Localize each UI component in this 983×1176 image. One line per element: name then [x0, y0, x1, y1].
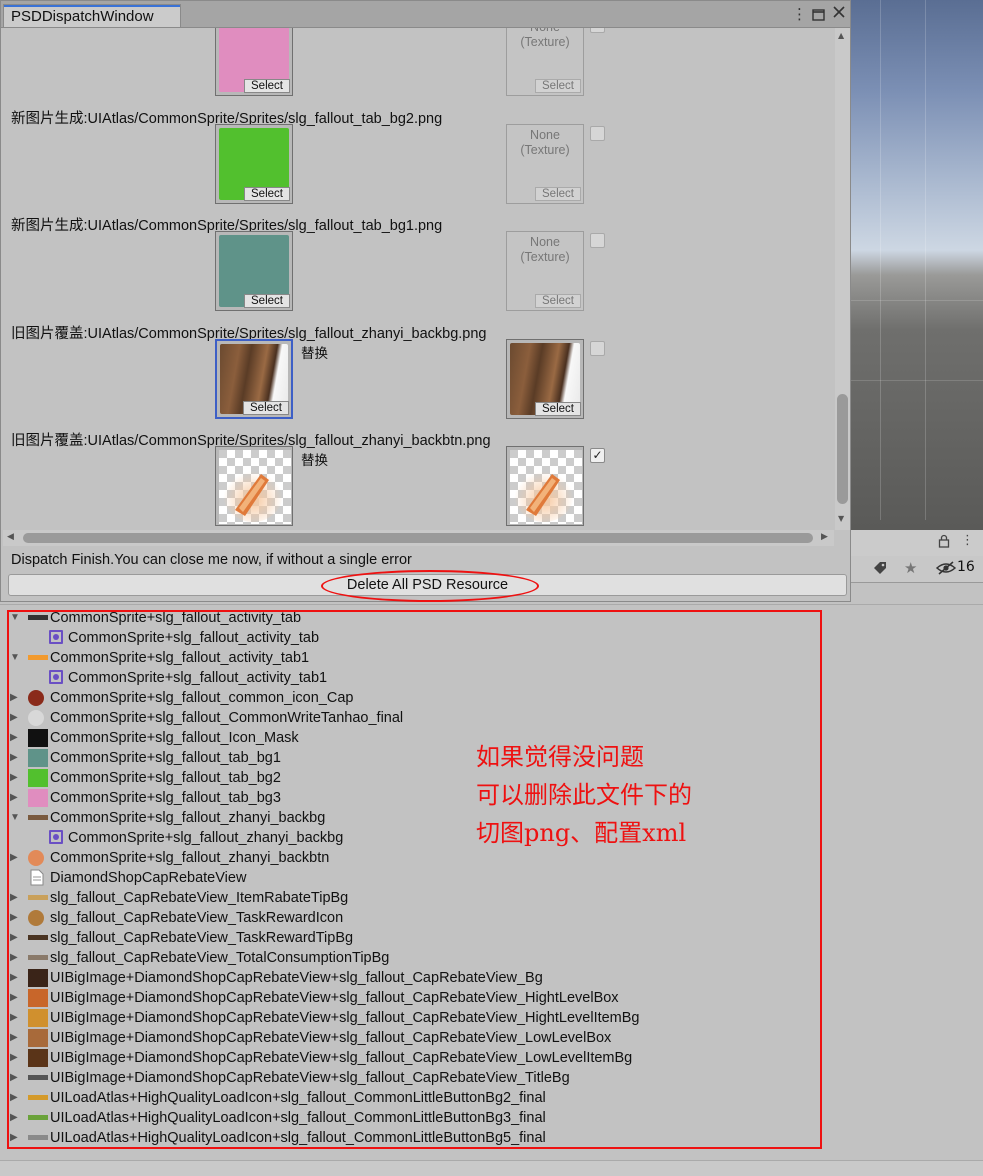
scene-grid-line — [925, 0, 926, 520]
replace-label: 替换 — [301, 345, 328, 362]
replace-label: 替换 — [301, 453, 328, 469]
replace-checkbox[interactable]: ✓ — [590, 448, 605, 463]
scroll-down-icon[interactable]: ▼ — [838, 514, 844, 523]
none-texture-label: None (Texture) — [520, 28, 570, 49]
panel-divider — [0, 604, 983, 605]
hidden-eye-icon[interactable] — [935, 560, 957, 580]
annotation-ellipse — [321, 570, 539, 602]
old-texture-select-button[interactable]: Select — [535, 294, 581, 308]
scene-grid-line — [880, 0, 881, 520]
more-options-icon[interactable]: ⋮ — [961, 533, 974, 548]
replace-checkbox[interactable] — [590, 340, 605, 356]
window-titlebar: PSDDispatchWindow ⋮ — [1, 1, 850, 28]
scroll-left-icon[interactable]: ◀ — [7, 532, 14, 542]
old-texture-field[interactable]: None (Texture) Select — [506, 28, 584, 96]
old-texture-field[interactable] — [506, 446, 584, 526]
replace-checkbox[interactable] — [590, 125, 605, 141]
old-texture-field[interactable]: None (Texture) Select — [506, 231, 584, 311]
old-texture-preview — [510, 450, 582, 524]
new-texture-select-button[interactable]: Select — [244, 79, 290, 93]
maximize-icon[interactable] — [812, 7, 825, 25]
hidden-count: 16 — [957, 559, 975, 575]
new-texture-field[interactable]: Select — [215, 338, 293, 419]
new-texture-select-button[interactable]: Select — [244, 294, 290, 308]
project-toolbar: ⋮ — [851, 530, 983, 556]
new-texture-field[interactable]: Select — [215, 28, 293, 96]
replace-checkbox[interactable] — [590, 233, 605, 248]
replace-checkbox[interactable] — [590, 28, 605, 33]
new-texture-field[interactable]: Select — [215, 231, 293, 311]
window-tab[interactable]: PSDDispatchWindow — [3, 4, 181, 27]
annotation-text: 如果觉得没问题 可以删除此文件下的 切图png、配置xml — [476, 738, 692, 852]
scene-grid-line — [851, 380, 983, 381]
horizontal-scrollbar[interactable]: ◀ ▶ — [3, 530, 834, 546]
old-texture-select-button[interactable]: Select — [535, 79, 581, 93]
status-text: Dispatch Finish.You can close me now, if… — [11, 552, 412, 568]
new-texture-select-button[interactable]: Select — [243, 400, 289, 415]
none-texture-label: None (Texture) — [520, 235, 570, 264]
horizontal-scroll-thumb[interactable] — [23, 533, 813, 543]
project-search-row: ★ 16 — [851, 556, 983, 583]
new-texture-field[interactable]: Select — [215, 123, 293, 204]
old-texture-select-button[interactable]: Select — [535, 401, 581, 416]
vertical-scroll-thumb[interactable] — [837, 394, 848, 504]
new-texture-field[interactable] — [215, 446, 293, 526]
old-texture-field[interactable]: Select — [506, 338, 584, 419]
lock-icon[interactable] — [938, 534, 950, 552]
project-bottom-bar — [0, 1160, 983, 1176]
scene-grid-line — [851, 300, 983, 301]
none-texture-label: None (Texture) — [520, 127, 570, 157]
new-texture-select-button[interactable]: Select — [244, 186, 290, 201]
close-icon[interactable] — [832, 5, 846, 23]
window-title: PSDDispatchWindow — [11, 8, 154, 25]
scroll-up-icon[interactable]: ▲ — [838, 31, 844, 40]
annotation-highlight-box — [7, 610, 822, 1149]
tag-icon[interactable] — [873, 561, 887, 579]
annotation-line: 切图png、配置xml — [476, 819, 687, 847]
psd-dispatch-window: PSDDispatchWindow ⋮ 新图片生成:UIAtlas/Common… — [0, 0, 851, 602]
scroll-right-icon[interactable]: ▶ — [821, 532, 828, 542]
old-texture-field[interactable]: None (Texture) Select — [506, 123, 584, 204]
old-texture-select-button[interactable]: Select — [535, 186, 581, 201]
new-texture-preview — [219, 450, 291, 524]
annotation-line: 如果觉得没问题 — [476, 743, 644, 771]
favorite-star-icon[interactable]: ★ — [904, 559, 917, 577]
window-menu-icon[interactable]: ⋮ — [792, 5, 807, 23]
scene-view — [851, 0, 983, 530]
dispatch-content: 新图片生成:UIAtlas/CommonSprite/Sprites/slg_f… — [3, 28, 834, 530]
vertical-scrollbar[interactable]: ▲ ▼ — [835, 28, 850, 530]
annotation-line: 可以删除此文件下的 — [476, 781, 692, 809]
